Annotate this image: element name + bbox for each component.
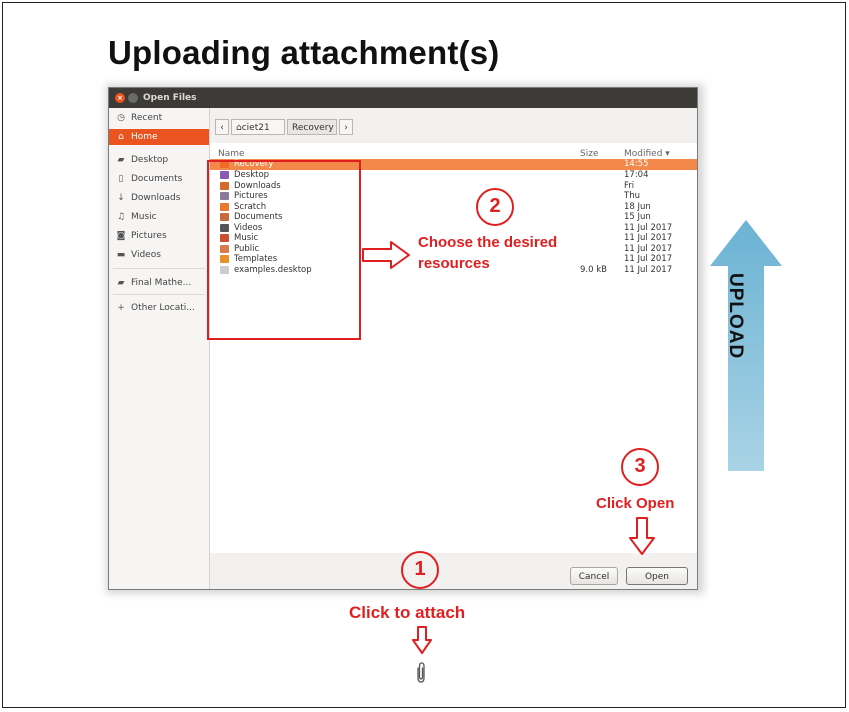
resources-highlight-box [207, 160, 361, 340]
down-arrow-icon [412, 626, 432, 654]
paperclip-icon[interactable] [414, 661, 428, 685]
places-sidebar: ◷ Recent ⌂ Home ▰ Desktop ▯ Documents ↓ Downl… [109, 108, 210, 589]
file-modified: Fri [624, 180, 635, 191]
down-arrow-icon [629, 517, 655, 555]
sidebar-item-label: Downloads [131, 193, 181, 203]
recent-icon: ◷ [117, 113, 125, 123]
sidebar-item-label: Final Mathe... [131, 278, 192, 288]
sidebar-item-label: Documents [131, 174, 183, 184]
minimize-icon[interactable] [128, 93, 138, 103]
file-modified: 17:04 [624, 170, 649, 180]
sidebar-item-label: Pictures [131, 231, 167, 241]
step-2-badge: 2 [476, 188, 514, 226]
file-modified: 11 Jul 2017 [624, 233, 673, 243]
dialog-title: Open Files [143, 93, 197, 103]
sidebar-item-label: Recent [131, 113, 163, 123]
step-1-text: Click to attach [349, 603, 466, 622]
file-modified: 18 Jun [624, 201, 651, 212]
step-3-badge: 3 [621, 448, 659, 486]
videos-icon: ▬ [116, 250, 126, 260]
column-modified[interactable]: Modified ▾ [624, 149, 670, 159]
sidebar-item-label: Home [131, 132, 158, 142]
sidebar-item-recent[interactable]: ◷ Recent [109, 110, 209, 126]
sidebar-item-label: Videos [131, 250, 161, 260]
sidebar-item-desktop[interactable]: ▰ Desktop [109, 152, 209, 168]
column-modified-label: Modified [624, 149, 663, 159]
drive-icon: ▰ [117, 278, 125, 288]
music-icon: ♫ [116, 212, 126, 222]
upload-label: UPLOAD [725, 273, 746, 360]
breadcrumb-current[interactable]: Recovery [287, 119, 337, 135]
sidebar-item-pictures[interactable]: ◙ Pictures [109, 228, 209, 244]
sidebar-item-final-mathe[interactable]: ▰ Final Mathe... [109, 275, 209, 291]
cancel-button[interactable]: Cancel [570, 567, 618, 585]
file-list-header: Name Size Modified ▾ [210, 143, 697, 159]
column-name[interactable]: Name [218, 149, 245, 159]
step-1-badge: 1 [401, 551, 439, 589]
file-modified: 11 Jul 2017 [624, 254, 673, 264]
open-button[interactable]: Open [626, 567, 688, 585]
column-size[interactable]: Size [580, 149, 598, 159]
sidebar-item-downloads[interactable]: ↓ Downloads [109, 190, 209, 206]
sidebar-divider [113, 268, 205, 269]
step-3-text: Click Open [596, 495, 675, 512]
back-chevron-icon[interactable]: ‹ [215, 119, 229, 135]
sidebar-item-home[interactable]: ⌂ Home [109, 129, 209, 145]
close-icon[interactable]: × [115, 93, 125, 103]
sidebar-item-music[interactable]: ♫ Music [109, 209, 209, 225]
file-modified: 11 Jul 2017 [624, 222, 673, 233]
open-files-dialog: × Open Files ◷ Recent ⌂ Home ▰ Desktop ▯ Doc… [108, 87, 698, 590]
desktop-folder-icon: ▰ [117, 155, 125, 165]
right-arrow-icon [362, 241, 410, 269]
sidebar-item-label: Other Locati... [131, 303, 195, 313]
breadcrumb-user-label: ciet21 [241, 123, 270, 133]
home-icon: ⌂ [118, 132, 124, 142]
plus-icon: + [117, 303, 125, 313]
file-modified: 11 Jul 2017 [624, 243, 673, 254]
step-2-text-line2: resources [418, 255, 490, 272]
file-modified: Thu [624, 191, 640, 201]
slide-title: Uploading attachment(s) [108, 34, 500, 71]
breadcrumb-home[interactable]: ⌂ciet21 [231, 119, 285, 135]
sidebar-item-label: Music [131, 212, 157, 222]
file-modified: 15 Jun [624, 212, 651, 222]
file-modified: 14:55 [624, 159, 649, 169]
file-size: 9.0 kB [580, 264, 607, 275]
documents-icon: ▯ [118, 174, 124, 184]
sidebar-item-videos[interactable]: ▬ Videos [109, 247, 209, 263]
dialog-footer: Cancel Open [210, 554, 697, 589]
sidebar-item-label: Desktop [131, 155, 169, 165]
upload-arrow-icon [710, 220, 782, 471]
file-modified: 11 Jul 2017 [624, 264, 673, 275]
forward-chevron-icon[interactable]: › [339, 119, 353, 135]
dialog-titlebar: × Open Files [109, 88, 697, 108]
step-2-text-line1: Choose the desired [418, 234, 558, 251]
sidebar-divider [113, 294, 205, 295]
pictures-icon: ◙ [116, 231, 126, 241]
sort-down-icon: ▾ [665, 149, 670, 159]
sidebar-item-other-locations[interactable]: + Other Locati... [109, 300, 209, 316]
downloads-icon: ↓ [117, 193, 125, 203]
sidebar-item-documents[interactable]: ▯ Documents [109, 171, 209, 187]
